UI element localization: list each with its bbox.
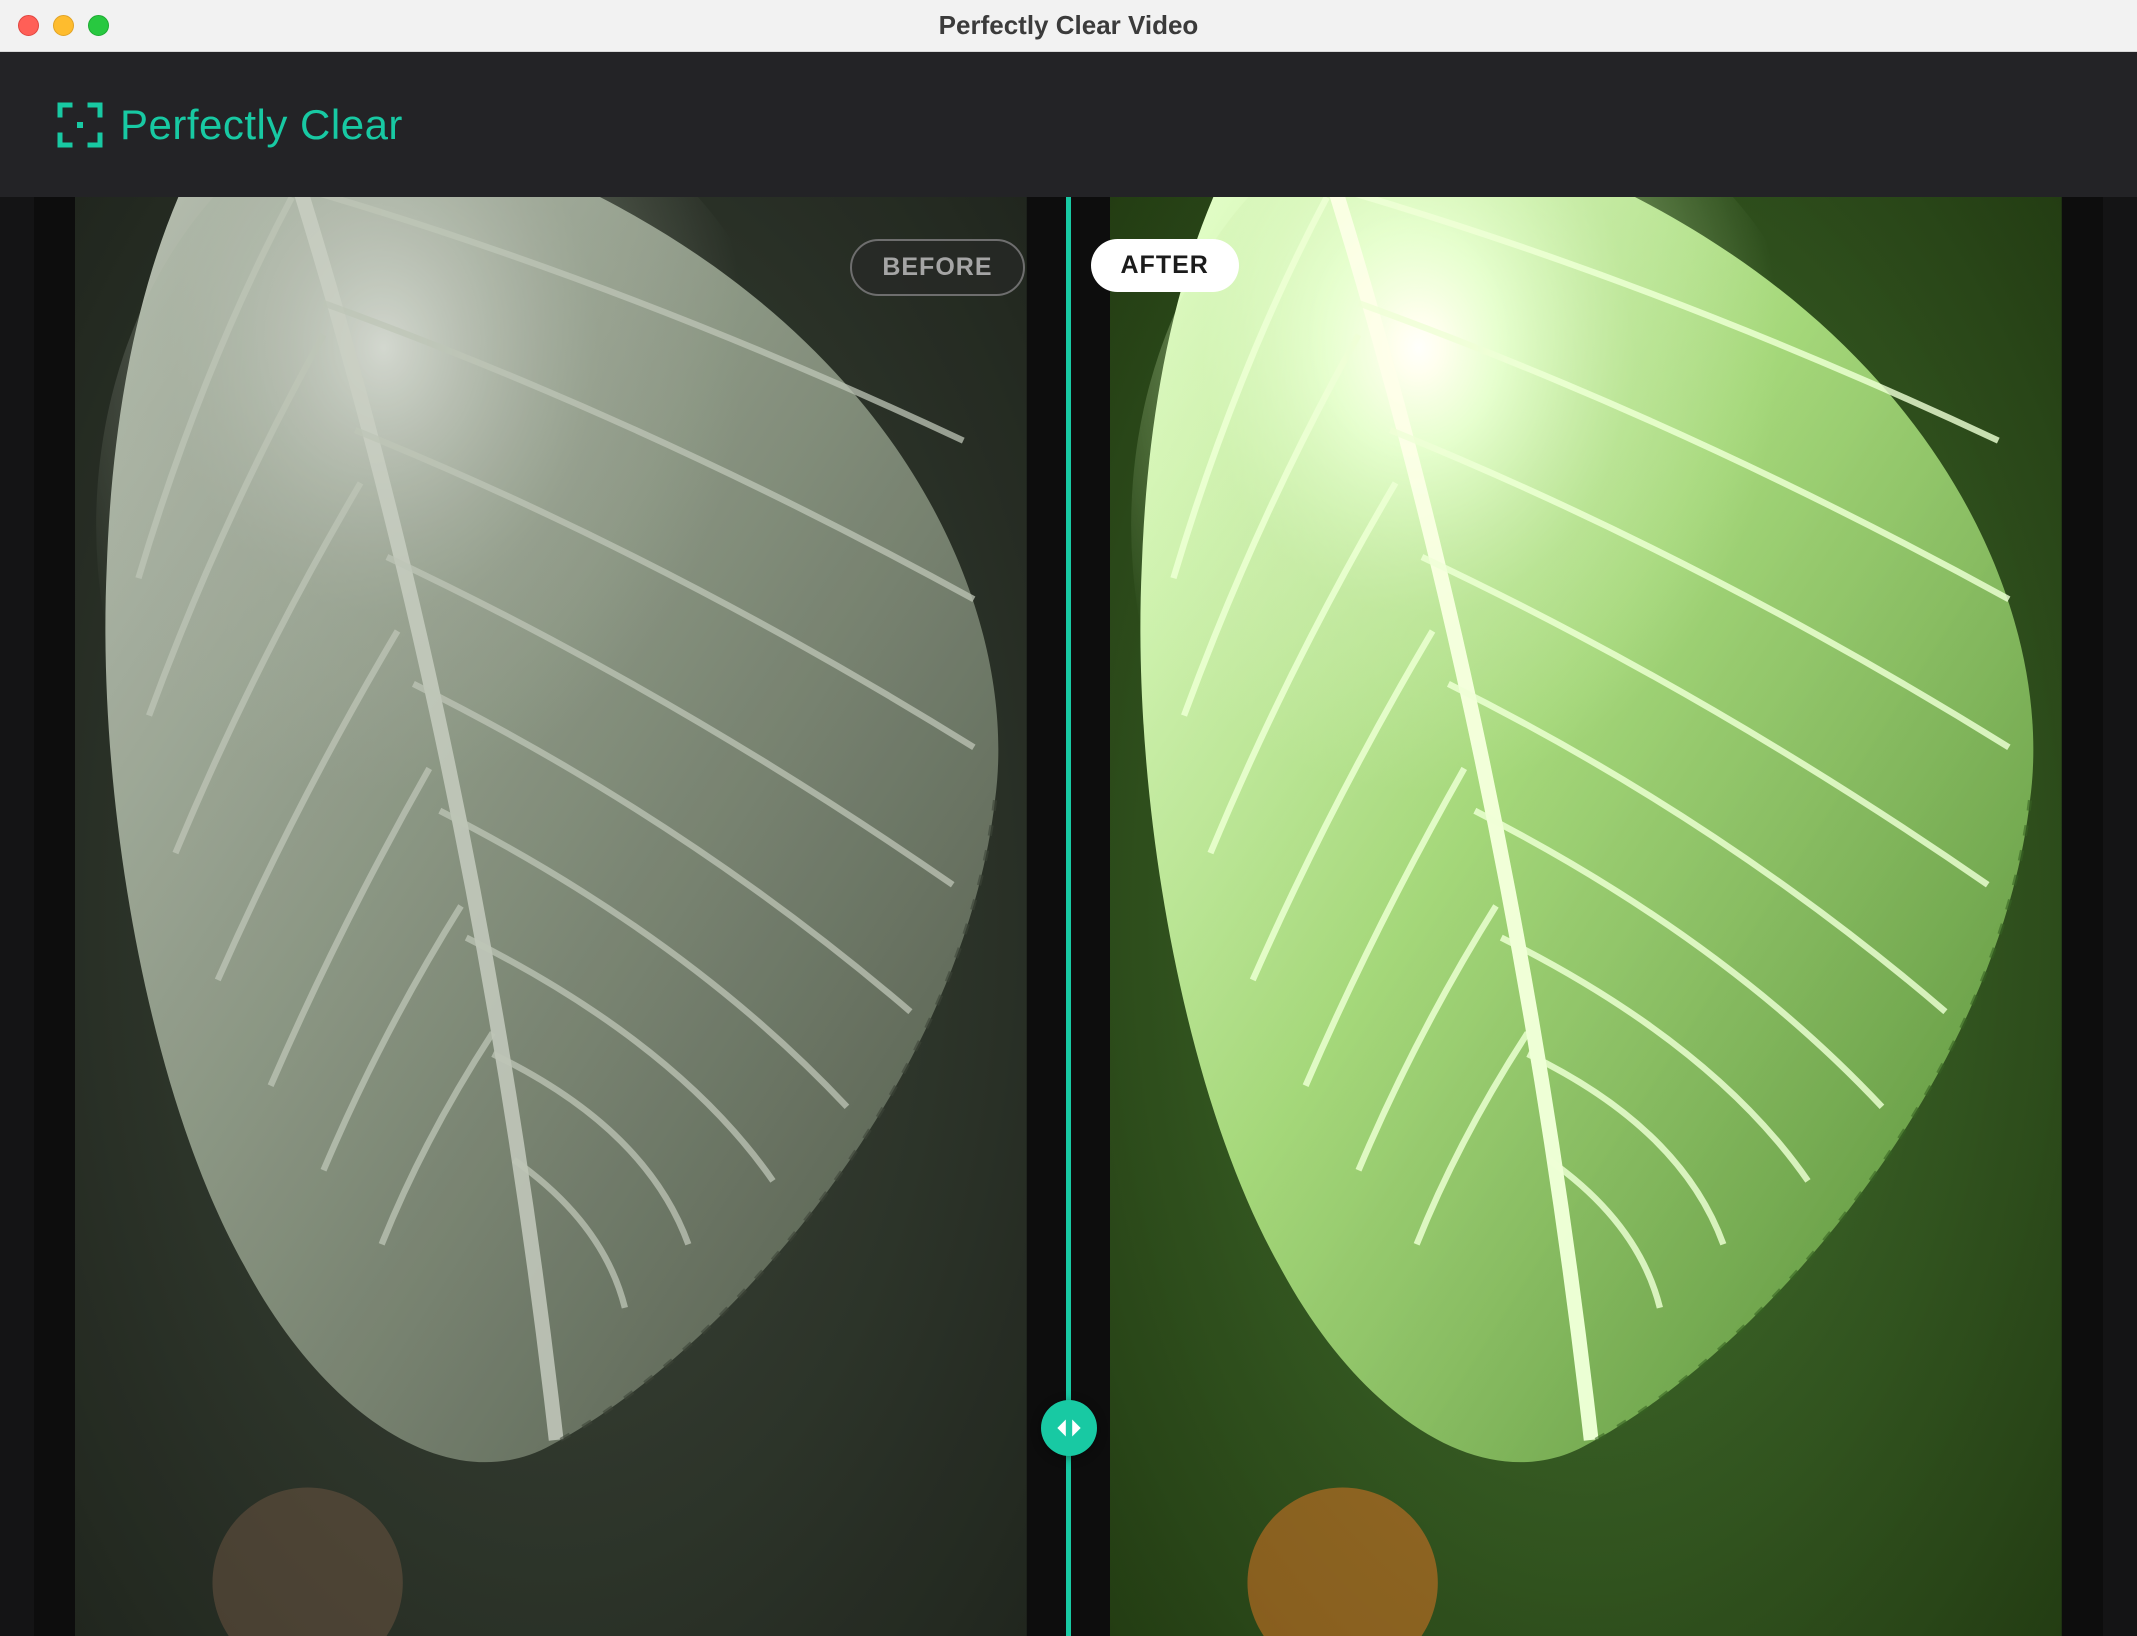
after-image bbox=[1069, 197, 2104, 1636]
window-zoom-button[interactable] bbox=[88, 15, 109, 36]
after-badge: AFTER bbox=[1091, 239, 1239, 292]
comparison-viewport: BEFORE bbox=[0, 197, 2137, 1636]
comparison-slider-handle[interactable] bbox=[1041, 1400, 1097, 1456]
before-pane: BEFORE bbox=[34, 197, 1069, 1636]
brand-logo: Perfectly Clear bbox=[56, 101, 403, 149]
before-after-compare: BEFORE bbox=[34, 197, 2103, 1636]
slider-arrows-icon bbox=[1052, 1411, 1086, 1445]
before-badge: BEFORE bbox=[850, 239, 1024, 296]
window-minimize-button[interactable] bbox=[53, 15, 74, 36]
brand-mark-icon bbox=[56, 101, 104, 149]
after-pane: AFTER bbox=[1069, 197, 2104, 1636]
before-image bbox=[34, 197, 1069, 1636]
window-title: Perfectly Clear Video bbox=[939, 10, 1199, 41]
window-titlebar: Perfectly Clear Video bbox=[0, 0, 2137, 52]
brand-name: Perfectly Clear bbox=[120, 101, 403, 149]
app-header: Perfectly Clear bbox=[0, 52, 2137, 197]
window-close-button[interactable] bbox=[18, 15, 39, 36]
window-controls bbox=[0, 15, 109, 36]
